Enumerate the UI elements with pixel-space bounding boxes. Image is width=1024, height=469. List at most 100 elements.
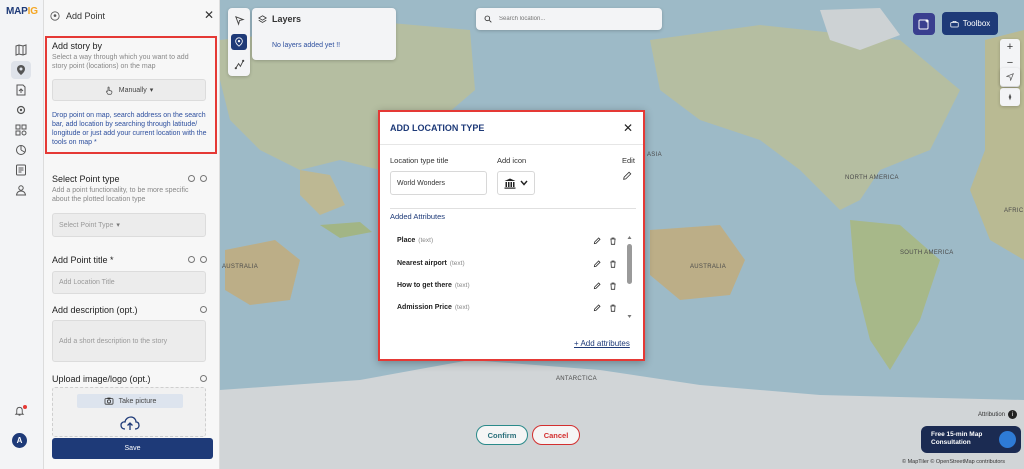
attribution-toggle[interactable]: Attribution i bbox=[978, 410, 1018, 419]
user-location-icon[interactable] bbox=[11, 181, 31, 199]
analytics-icon[interactable] bbox=[11, 141, 31, 159]
map-attribution-text: © MapTiler © OpenStreetMap contributors bbox=[902, 459, 1005, 465]
layers-header[interactable]: Layers bbox=[258, 14, 301, 24]
info-icon: i bbox=[1008, 410, 1018, 419]
point-title-input[interactable]: Add Location Title bbox=[52, 271, 206, 294]
point-type-select[interactable]: Select Point Type ▾ bbox=[52, 213, 206, 237]
layers-icon bbox=[258, 14, 267, 23]
zoom-in-icon[interactable]: + bbox=[1000, 39, 1020, 55]
point-type-title: Select Point type bbox=[52, 174, 120, 184]
point-title-placeholder: Add Location Title bbox=[59, 279, 115, 286]
compass-icon[interactable] bbox=[1000, 88, 1020, 106]
type-title-input[interactable]: World Wonders bbox=[390, 171, 487, 195]
ai-assistant-button[interactable] bbox=[913, 13, 935, 35]
toolbox-label: Toolbox bbox=[962, 19, 991, 28]
attributes-divider bbox=[390, 208, 636, 209]
route-tool-icon[interactable] bbox=[231, 56, 247, 72]
search-icon bbox=[484, 15, 492, 23]
description-placeholder: Add a short description to the story bbox=[59, 337, 168, 345]
description-textarea[interactable]: Add a short description to the story bbox=[52, 320, 206, 362]
modal-divider bbox=[380, 144, 643, 145]
edit-label: Edit bbox=[622, 156, 635, 165]
notification-dot bbox=[23, 405, 27, 409]
layers-grid-icon[interactable] bbox=[11, 121, 31, 139]
take-picture-button[interactable]: Take picture bbox=[77, 394, 183, 408]
notification-bell-icon[interactable] bbox=[14, 405, 27, 419]
save-button[interactable]: Save bbox=[52, 438, 213, 459]
cancel-button[interactable]: Cancel bbox=[532, 425, 580, 445]
layers-panel: Layers No layers added yet !! bbox=[252, 8, 396, 60]
location-search[interactable] bbox=[476, 8, 662, 30]
location-pin-icon[interactable] bbox=[11, 61, 31, 79]
attribute-row: Admission Price (text) bbox=[397, 304, 470, 311]
attribute-row: How to get there (text) bbox=[397, 282, 470, 289]
add-point-panel: Add Point ✕ Add story by Select a way th… bbox=[44, 0, 220, 469]
attribute-row: Nearest airport (text) bbox=[397, 260, 465, 267]
gear-icon[interactable] bbox=[200, 256, 207, 263]
chevron-down-icon: ▾ bbox=[149, 87, 154, 94]
gear-icon[interactable] bbox=[200, 175, 207, 182]
trash-icon[interactable] bbox=[609, 237, 617, 245]
panel-title: Add Point bbox=[66, 11, 106, 21]
scrollbar-thumb[interactable] bbox=[627, 244, 632, 284]
added-attributes-title: Added Attributes bbox=[390, 212, 446, 221]
description-label: Add description (opt.) bbox=[52, 305, 138, 315]
toolbox-icon bbox=[950, 20, 959, 27]
search-input[interactable] bbox=[499, 16, 649, 22]
add-attributes-link[interactable]: + Add attributes bbox=[574, 339, 630, 348]
add-location-type-modal: ADD LOCATION TYPE ✕ Location type title … bbox=[378, 110, 645, 361]
camera-icon bbox=[104, 397, 114, 405]
settings-icon[interactable] bbox=[11, 101, 31, 119]
trash-icon[interactable] bbox=[609, 282, 617, 290]
close-icon[interactable]: ✕ bbox=[623, 121, 633, 135]
icon-rail: MAPIG A bbox=[0, 0, 44, 469]
add-point-tool-icon[interactable] bbox=[231, 34, 247, 50]
trash-icon[interactable] bbox=[609, 304, 617, 312]
attribute-actions bbox=[593, 282, 617, 290]
chevron-down-icon bbox=[520, 180, 528, 186]
point-type-hint: Add a point functionality, to be more sp… bbox=[52, 187, 189, 203]
toolbox-button[interactable]: Toolbox bbox=[942, 12, 998, 35]
confirm-button[interactable]: Confirm bbox=[476, 425, 528, 445]
point-type-placeholder: Select Point Type bbox=[59, 221, 114, 229]
description-actions bbox=[200, 306, 207, 313]
close-icon[interactable]: ✕ bbox=[204, 9, 214, 21]
story-instructions: Drop point on map, search address on the… bbox=[52, 112, 207, 146]
report-icon[interactable] bbox=[11, 161, 31, 179]
attribute-actions bbox=[593, 304, 617, 312]
pointer-tool-icon[interactable] bbox=[231, 12, 247, 28]
upload-actions bbox=[200, 375, 207, 382]
add-icon-label: Add icon bbox=[497, 156, 527, 165]
edit-pencil-icon[interactable] bbox=[593, 282, 601, 290]
info-icon[interactable] bbox=[200, 306, 207, 313]
north-arrow-icon[interactable] bbox=[1000, 68, 1020, 86]
info-icon[interactable] bbox=[188, 175, 195, 182]
museum-icon bbox=[504, 178, 516, 189]
layers-empty-message: No layers added yet !! bbox=[272, 42, 341, 49]
map-icon[interactable] bbox=[11, 41, 31, 59]
mapog-logo[interactable]: MAPIG bbox=[6, 6, 38, 17]
upload-dropzone[interactable]: Take picture bbox=[52, 387, 206, 437]
point-title-actions bbox=[188, 256, 207, 263]
edit-pencil-icon[interactable] bbox=[593, 237, 601, 245]
trash-icon[interactable] bbox=[609, 260, 617, 268]
map-tools bbox=[228, 8, 250, 76]
edit-pencil-icon[interactable] bbox=[622, 171, 632, 181]
ai-sparkle-icon bbox=[918, 19, 929, 30]
user-avatar[interactable]: A bbox=[12, 433, 27, 448]
attribute-row: Place (text) bbox=[397, 237, 434, 244]
info-icon[interactable] bbox=[200, 375, 207, 382]
edit-pencil-icon[interactable] bbox=[593, 304, 601, 312]
edit-pencil-icon[interactable] bbox=[593, 260, 601, 268]
chat-icon[interactable] bbox=[999, 431, 1016, 448]
story-mode-label: Manually bbox=[118, 86, 147, 94]
point-type-actions bbox=[188, 175, 207, 182]
info-icon[interactable] bbox=[188, 256, 195, 263]
file-upload-icon[interactable] bbox=[11, 81, 31, 99]
consultation-banner[interactable]: Free 15-min Map Consultation bbox=[921, 426, 1021, 453]
icon-select[interactable] bbox=[497, 171, 535, 195]
chevron-down-icon: ▾ bbox=[116, 222, 120, 229]
upload-label: Upload image/logo (opt.) bbox=[52, 374, 151, 384]
panel-header: Add Point ✕ bbox=[44, 0, 220, 32]
story-mode-dropdown[interactable]: Manually ▾ bbox=[52, 79, 206, 101]
